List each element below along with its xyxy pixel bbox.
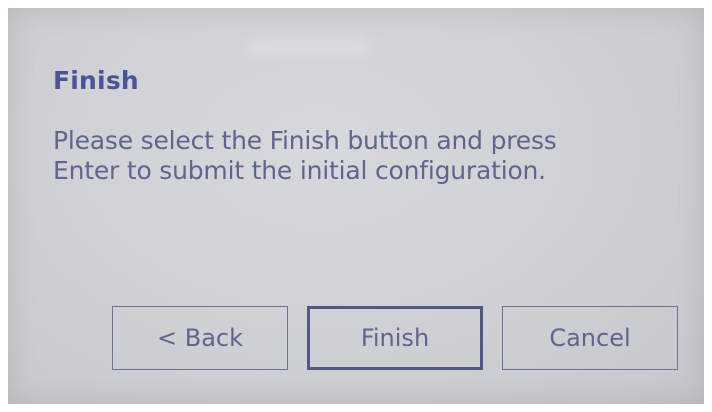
lcd-screen: Finish Please select the Finish button a… <box>8 8 704 404</box>
screen-glare <box>248 38 368 56</box>
dialog-message: Please select the Finish button and pres… <box>53 126 557 185</box>
back-button[interactable]: < Back <box>112 306 288 370</box>
dialog-title: Finish <box>53 66 139 95</box>
finish-button[interactable]: Finish <box>307 306 483 370</box>
cancel-button[interactable]: Cancel <box>502 306 678 370</box>
